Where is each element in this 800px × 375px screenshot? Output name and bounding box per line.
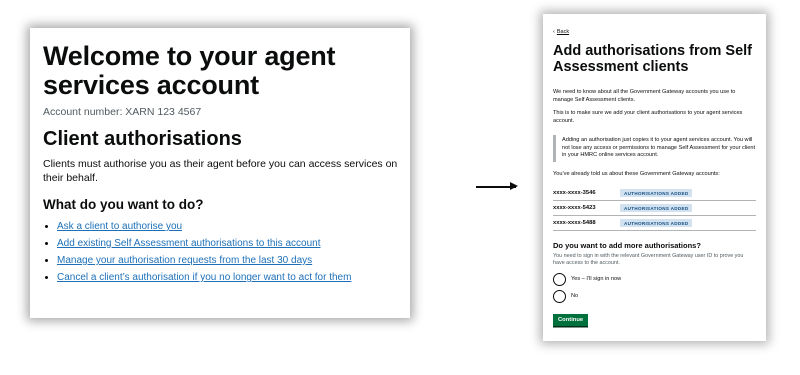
manage-requests-link[interactable]: Manage your authorisation requests from …	[57, 255, 312, 266]
add-more-question: Do you want to add more authorisations?	[553, 241, 701, 250]
hint-text: You need to sign in with the relevant Go…	[553, 253, 744, 267]
question-heading: What do you want to do?	[43, 197, 204, 212]
list-item: Manage your authorisation requests from …	[57, 253, 398, 268]
add-existing-authorisations-link[interactable]: Add existing Self Assessment authorisati…	[57, 238, 320, 249]
page-title: Welcome to your agent services account	[43, 41, 336, 100]
table-row: xxxx-xxxx-3546 AUTHORISATIONS ADDED	[553, 186, 756, 201]
status-badge: AUTHORISATIONS ADDED	[620, 189, 693, 197]
radio-option-yes[interactable]: Yes – I’ll sign in now	[553, 272, 756, 286]
list-item: Ask a client to authorise you	[57, 219, 398, 234]
cancel-authorisation-link[interactable]: Cancel a client’s authorisation if you n…	[57, 272, 351, 283]
account-number: Account number: XARN 123 4567	[43, 106, 202, 118]
purpose-paragraph: This is to make sure we add your client …	[553, 110, 743, 124]
action-links-list: Ask a client to authorise you Add existi…	[43, 219, 398, 285]
radio-option-no[interactable]: No	[553, 289, 756, 303]
back-link[interactable]: ‹ Back	[553, 29, 569, 35]
account-id: xxxx-xxxx-3546	[553, 190, 596, 196]
table-row: xxxx-xxxx-5423 AUTHORISATIONS ADDED	[553, 201, 756, 216]
radio-yes-label[interactable]: Yes – I’ll sign in now	[571, 276, 621, 282]
page-title: Add authorisations from Self Assessment …	[553, 43, 752, 75]
radio-no-label[interactable]: No	[571, 293, 578, 299]
table-row: xxxx-xxxx-5488 AUTHORISATIONS ADDED	[553, 216, 756, 231]
agent-services-home-panel: Welcome to your agent services account A…	[30, 28, 410, 318]
section-heading: Client authorisations	[43, 128, 242, 150]
radio-no[interactable]	[553, 289, 566, 303]
list-item: Cancel a client’s authorisation if you n…	[57, 270, 398, 285]
list-item: Add existing Self Assessment authorisati…	[57, 236, 398, 251]
add-authorisations-panel: ‹ Back Add authorisations from Self Asses…	[543, 14, 766, 341]
intro-text: Clients must authorise you as their agen…	[43, 158, 398, 184]
arrow-right-icon	[476, 183, 518, 189]
account-id: xxxx-xxxx-5423	[553, 205, 596, 211]
status-badge: AUTHORISATIONS ADDED	[620, 204, 693, 212]
ask-client-link[interactable]: Ask a client to authorise you	[57, 221, 182, 232]
intro-paragraph: We need to know about all the Government…	[553, 89, 736, 103]
status-badge: AUTHORISATIONS ADDED	[620, 219, 693, 227]
continue-button[interactable]: Continue	[553, 314, 589, 327]
inset-text: Adding an authorisation just copies it t…	[553, 135, 756, 162]
chevron-left-icon: ‹	[553, 29, 555, 35]
accounts-table: xxxx-xxxx-3546 AUTHORISATIONS ADDED xxxx…	[553, 186, 756, 231]
radio-yes[interactable]	[553, 272, 566, 286]
accounts-intro: You’ve already told us about these Gover…	[553, 170, 720, 177]
back-link-label: Back	[556, 29, 570, 35]
account-id: xxxx-xxxx-5488	[553, 220, 596, 226]
